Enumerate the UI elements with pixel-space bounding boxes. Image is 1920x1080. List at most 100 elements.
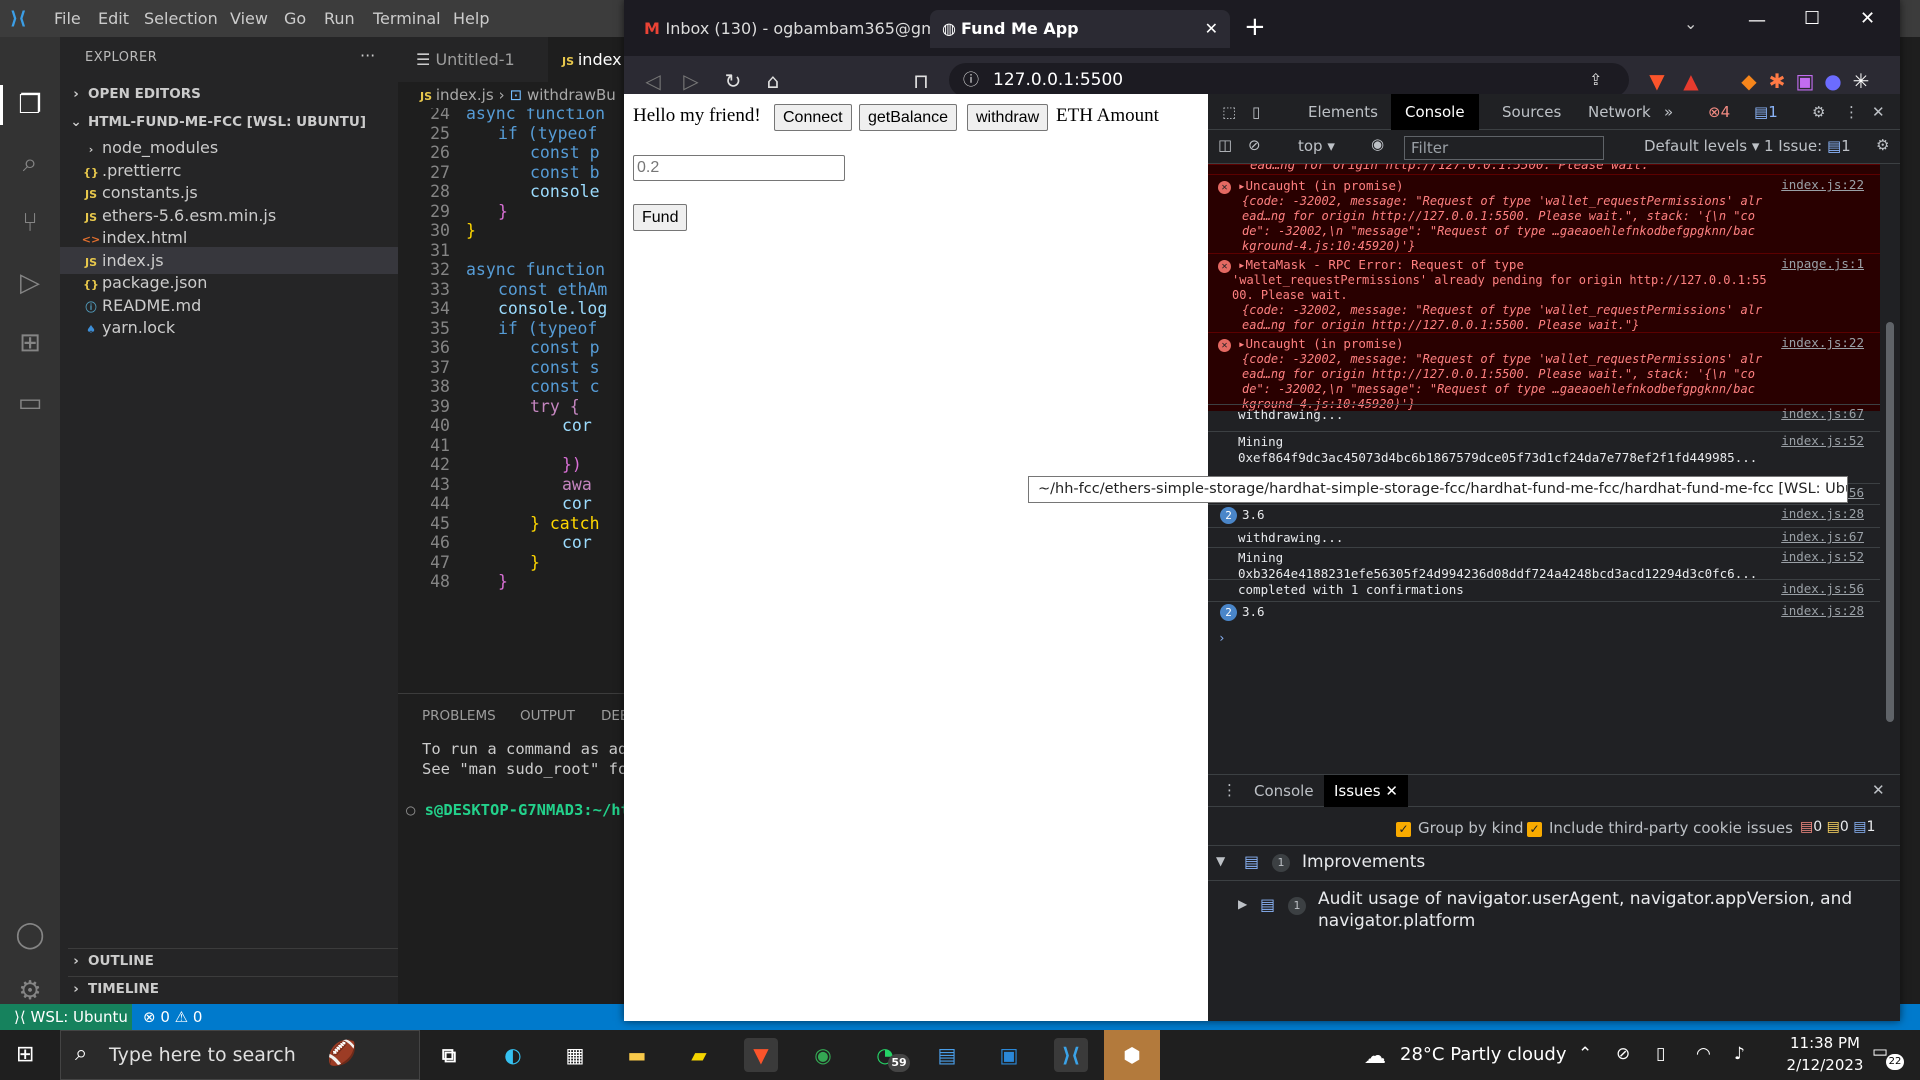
kebab-menu-icon[interactable]: ⋮ xyxy=(1222,781,1237,799)
menu-help[interactable]: Help xyxy=(453,0,489,37)
extension-icon[interactable]: ▣ xyxy=(1790,66,1820,96)
console-error[interactable]: ✕ ▸Uncaught (in promise) index.js:22 {code:… xyxy=(1208,174,1880,253)
clock-time[interactable]: 11:38 PM xyxy=(1780,1034,1870,1052)
close-icon[interactable]: ✕ xyxy=(1385,782,1398,800)
menu-run[interactable]: Run xyxy=(324,0,355,37)
chrome-icon[interactable]: ◉ xyxy=(806,1038,840,1072)
remote-explorer-icon[interactable]: ▭ xyxy=(12,385,48,421)
store-icon[interactable]: ▦ xyxy=(558,1038,592,1072)
console-log[interactable]: 2 3.6 index.js:28 xyxy=(1208,504,1880,527)
device-icon[interactable]: ▯ xyxy=(1656,1044,1665,1064)
eye-icon[interactable]: ◉ xyxy=(1371,135,1384,153)
kebab-menu-icon[interactable]: ⋮ xyxy=(1844,94,1859,130)
tab-index-js[interactable]: JS index xyxy=(548,37,626,82)
group-by-kind-checkbox[interactable]: ✓ xyxy=(1396,822,1411,837)
source-link[interactable]: index.js:22 xyxy=(1781,335,1864,350)
extension-icon[interactable]: ✳ xyxy=(1846,66,1876,96)
brave-shields-icon[interactable]: ▼ xyxy=(1642,66,1672,96)
address-bar[interactable]: ⓘ 127.0.0.1:5500 ⇪ xyxy=(949,63,1629,97)
wifi-icon[interactable]: ◠ xyxy=(1696,1044,1711,1064)
package-icon[interactable]: ⬢ xyxy=(1104,1030,1160,1080)
forward-icon[interactable]: ▷ xyxy=(676,66,706,96)
maximize-icon[interactable]: ☐ xyxy=(1804,8,1820,29)
network-off-icon[interactable]: ⊘ xyxy=(1616,1044,1630,1064)
console-log[interactable]: 2 3.6 index.js:28 xyxy=(1208,601,1880,623)
menu-edit[interactable]: Edit xyxy=(98,0,129,37)
tab-problems[interactable]: PROBLEMS xyxy=(422,708,496,724)
vscode-taskbar-icon[interactable]: ⟩⟨ xyxy=(1054,1038,1088,1072)
expand-icon[interactable]: ▸ xyxy=(1238,178,1246,193)
clear-console-icon[interactable]: ⊘ xyxy=(1248,136,1261,154)
console-scrollbar[interactable] xyxy=(1880,164,1900,754)
menu-file[interactable]: File xyxy=(54,0,81,37)
drawer-tab-console[interactable]: Console xyxy=(1254,782,1314,800)
close-devtools-icon[interactable]: ✕ xyxy=(1872,94,1885,130)
close-drawer-icon[interactable]: ✕ xyxy=(1872,781,1885,799)
error-count-badge[interactable]: ⊗4 xyxy=(1708,94,1730,130)
explorer-icon[interactable]: ❐ xyxy=(12,87,48,123)
run-debug-icon[interactable]: ▷ xyxy=(12,265,48,301)
source-link[interactable]: index.js:28 xyxy=(1781,506,1864,521)
improvements-group[interactable]: ▼ ▤ 1 Improvements xyxy=(1208,845,1900,881)
fund-button[interactable]: Fund xyxy=(633,204,688,231)
menu-selection[interactable]: Selection xyxy=(144,0,218,37)
console-log[interactable]: withdrawing... index.js:67 xyxy=(1208,527,1880,547)
source-link[interactable]: index.js:67 xyxy=(1781,529,1864,544)
menu-terminal[interactable]: Terminal xyxy=(373,0,441,37)
chevron-up-icon[interactable]: ⌃ xyxy=(1578,1044,1592,1064)
timeline-section[interactable]: › TIMELINE xyxy=(68,976,398,1000)
inspect-icon[interactable]: ⬚ xyxy=(1222,94,1236,130)
taskbar-search[interactable]: ⌕ Type here to search 🏈 xyxy=(60,1030,420,1080)
context-select[interactable]: top ▾ xyxy=(1298,137,1335,155)
connect-button[interactable]: Connect xyxy=(774,104,852,131)
gear-icon[interactable]: ⚙ xyxy=(1812,94,1825,130)
edge-icon[interactable]: ◐ xyxy=(496,1038,530,1072)
withdraw-button[interactable]: withdraw xyxy=(967,104,1049,131)
reload-icon[interactable]: ↻ xyxy=(718,66,748,96)
filter-input[interactable]: Filter xyxy=(1404,136,1604,160)
volume-icon[interactable]: ♪ xyxy=(1734,1044,1745,1064)
outline-section[interactable]: › OUTLINE xyxy=(68,948,398,972)
breadcrumb-symbol[interactable]: withdrawBu xyxy=(527,86,616,104)
extension-icon[interactable]: ● xyxy=(1818,66,1848,96)
device-toggle-icon[interactable]: ▯ xyxy=(1252,94,1260,130)
expand-icon[interactable]: ▸ xyxy=(1238,336,1246,351)
app-icon[interactable]: ▤ xyxy=(930,1038,964,1072)
file-item[interactable]: ♠ yarn.lock xyxy=(60,314,398,341)
close-tab-icon[interactable]: ✕ xyxy=(1205,10,1218,48)
console-log[interactable]: Mining 0xb3264e4188231efe56305f24d994236d… xyxy=(1208,547,1880,581)
more-actions-icon[interactable]: ··· xyxy=(360,46,375,65)
get-balance-button[interactable]: getBalance xyxy=(859,104,958,131)
terminal-prompt[interactable]: ○ s@DESKTOP-G7NMAD3:~/htr xyxy=(406,801,639,819)
weather-text[interactable]: 28°C Partly cloudy xyxy=(1400,1044,1567,1065)
issue-row[interactable]: ▶ ▤ 1 Audit usage of navigator.userAgent… xyxy=(1208,889,1900,939)
console-log[interactable]: withdrawing... index.js:67 xyxy=(1208,404,1880,423)
tab-console[interactable]: Console xyxy=(1391,94,1479,130)
chevron-down-icon[interactable]: ⌄ xyxy=(1684,14,1697,33)
source-link[interactable]: index.js:56 xyxy=(1781,581,1864,596)
console-error[interactable]: ✕ ▸MetaMask - RPC Error: Request of type i… xyxy=(1208,253,1880,332)
sticky-notes-icon[interactable]: ▰ xyxy=(682,1038,716,1072)
issues-button[interactable]: 1 Issue: ▤1 xyxy=(1764,137,1851,155)
close-window-icon[interactable]: ✕ xyxy=(1860,8,1875,29)
open-editors-section[interactable]: › OPEN EDITORS xyxy=(68,82,201,106)
tab-gmail[interactable]: M Inbox (130) - ogbambam365@gmail.c xyxy=(636,10,936,48)
info-icon[interactable]: ⓘ xyxy=(963,63,979,97)
account-icon[interactable]: ◯ xyxy=(12,917,48,953)
log-levels-select[interactable]: Default levels ▾ xyxy=(1644,137,1759,155)
back-icon[interactable]: ◁ xyxy=(638,66,668,96)
tab-output[interactable]: OUTPUT xyxy=(520,708,575,724)
menu-go[interactable]: Go xyxy=(284,0,306,37)
breadcrumb-file[interactable]: index.js xyxy=(436,86,494,104)
file-explorer-icon[interactable]: ▬ xyxy=(620,1038,654,1072)
expand-icon[interactable]: ▸ xyxy=(1238,257,1246,272)
console-log[interactable]: completed with 1 confirmations index.js:5… xyxy=(1208,579,1880,601)
info-count-badge[interactable]: ▤1 xyxy=(1754,94,1778,130)
tab-untitled-1[interactable]: ☰ Untitled-1 xyxy=(416,37,546,82)
clock-date[interactable]: 2/12/2023 xyxy=(1780,1056,1870,1074)
source-control-icon[interactable]: ⑂ xyxy=(12,205,48,241)
share-icon[interactable]: ⇪ xyxy=(1589,63,1602,97)
source-link[interactable]: index.js:28 xyxy=(1781,603,1864,618)
scroll-thumb[interactable] xyxy=(1886,322,1894,722)
eth-amount-input[interactable]: 0.2 xyxy=(633,155,845,181)
